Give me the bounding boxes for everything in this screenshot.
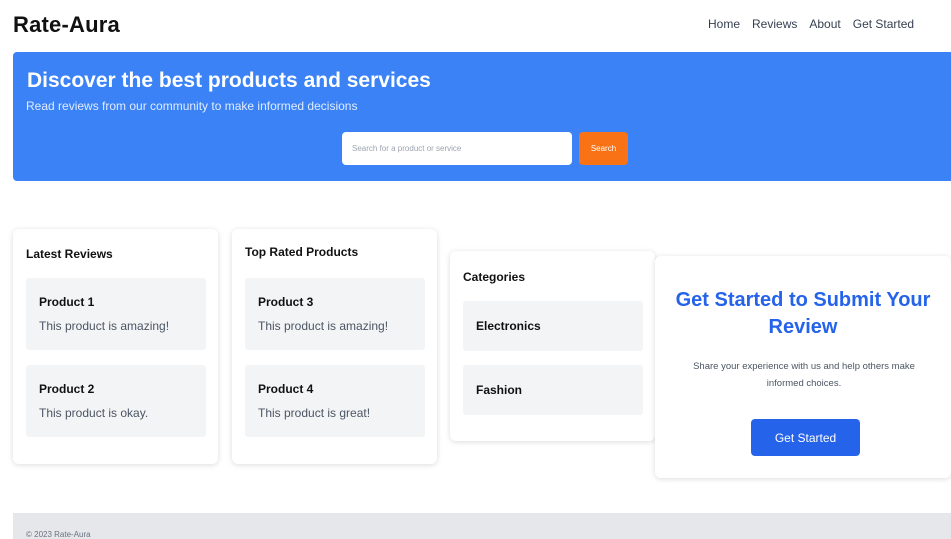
nav-link-reviews[interactable]: Reviews	[752, 17, 797, 31]
site-footer: © 2023 Rate-Aura	[13, 513, 951, 539]
product-item[interactable]: Product 4 This product is great!	[245, 365, 425, 437]
category-item-electronics[interactable]: Electronics	[463, 301, 643, 351]
top-rated-card: Top Rated Products Product 3 This produc…	[232, 229, 437, 464]
search-input[interactable]	[342, 132, 572, 165]
product-name: Product 4	[258, 382, 314, 396]
review-item[interactable]: Product 1 This product is amazing!	[26, 278, 206, 350]
latest-reviews-title: Latest Reviews	[26, 247, 113, 261]
review-product-name: Product 1	[39, 295, 95, 309]
latest-reviews-card: Latest Reviews Product 1 This product is…	[13, 229, 218, 464]
product-review-text: This product is great!	[258, 406, 371, 420]
category-label: Electronics	[476, 319, 541, 333]
nav-link-home[interactable]: Home	[708, 17, 740, 31]
category-label: Fashion	[476, 383, 523, 397]
review-item[interactable]: Product 2 This product is okay.	[26, 365, 206, 437]
review-text: This product is amazing!	[39, 319, 170, 333]
product-item[interactable]: Product 3 This product is amazing!	[245, 278, 425, 350]
cta-text: Share your experience with us and help o…	[693, 361, 915, 389]
product-name: Product 3	[258, 295, 314, 309]
hero-banner: Discover the best products and services …	[13, 52, 951, 181]
get-started-button[interactable]: Get Started	[751, 419, 860, 456]
search-button[interactable]: Search	[579, 132, 628, 165]
cta-title: Get Started to Submit Your Review	[675, 289, 931, 338]
copyright-text: © 2023 Rate-Aura	[26, 530, 91, 539]
site-logo[interactable]: Rate-Aura	[13, 12, 120, 38]
cta-card: Get Started to Submit Your Review Share …	[655, 256, 951, 478]
site-header: Rate-Aura Home Reviews About Get Started	[0, 0, 951, 50]
main-nav: Home Reviews About Get Started	[708, 17, 926, 31]
nav-link-get-started[interactable]: Get Started	[853, 17, 914, 31]
top-rated-title: Top Rated Products	[245, 245, 359, 259]
hero-subtitle: Read reviews from our community to make …	[26, 99, 358, 113]
review-product-name: Product 2	[39, 382, 95, 396]
category-item-fashion[interactable]: Fashion	[463, 365, 643, 415]
review-text: This product is okay.	[39, 406, 149, 420]
categories-card: Categories Electronics Fashion	[450, 251, 655, 441]
product-review-text: This product is amazing!	[258, 319, 389, 333]
categories-title: Categories	[463, 270, 526, 284]
hero-title: Discover the best products and services	[27, 69, 431, 92]
nav-link-about[interactable]: About	[809, 17, 840, 31]
